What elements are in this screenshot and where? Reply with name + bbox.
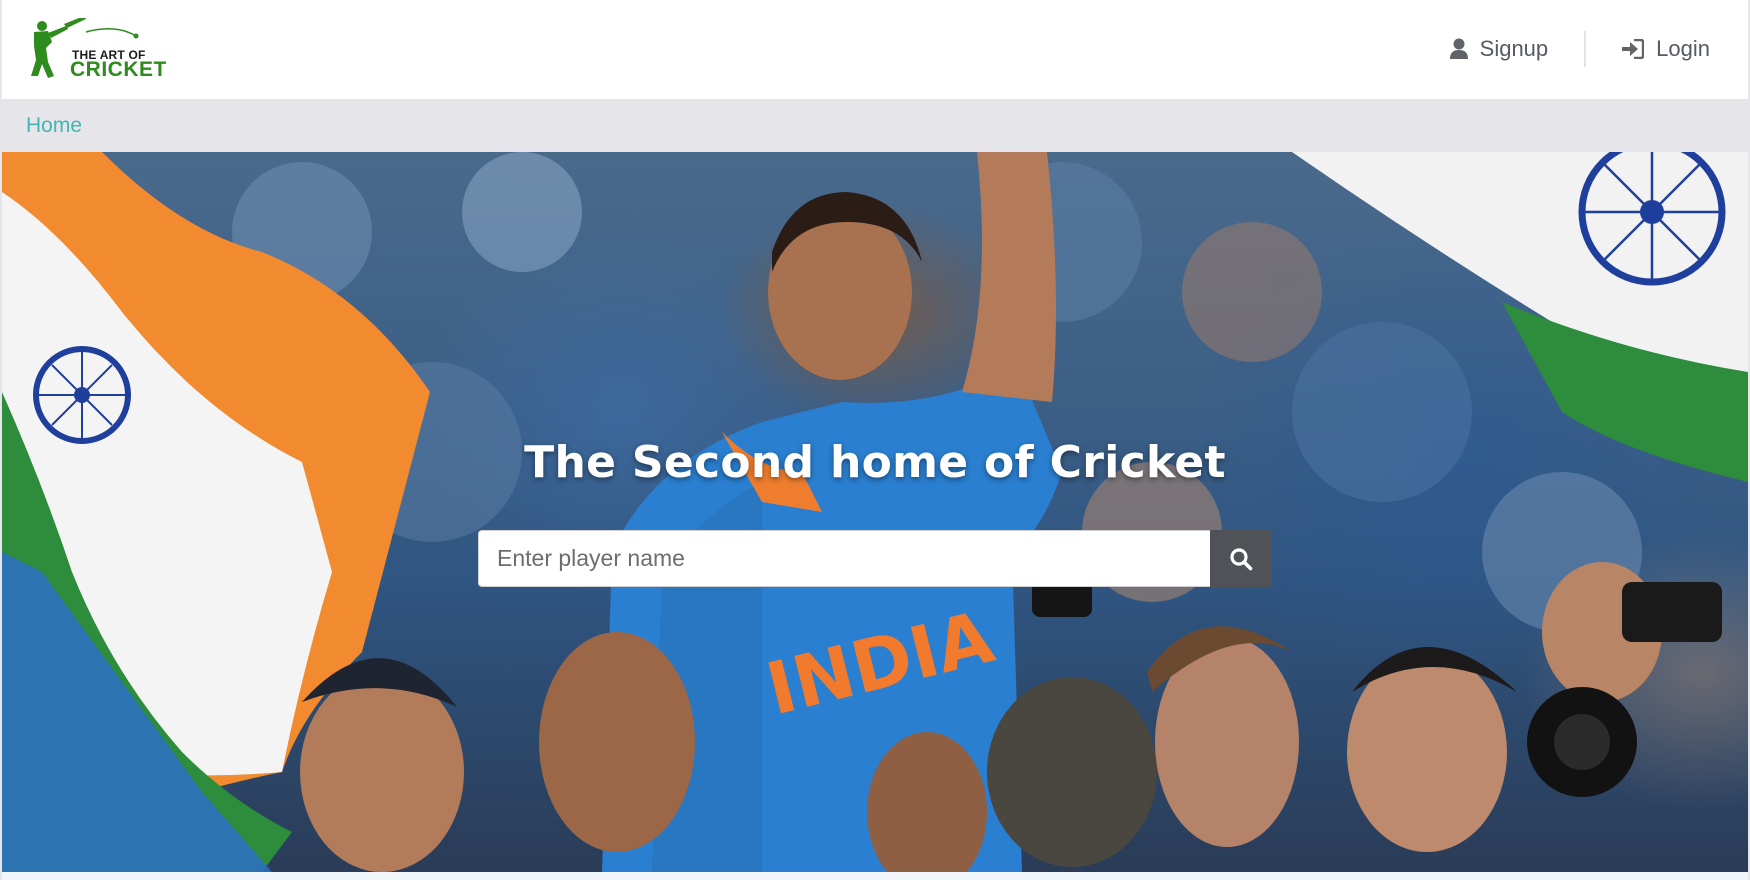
hero-banner: INDIA The Second home of Cricket [2,152,1748,872]
search-icon [1230,547,1253,570]
nav-actions: Signup Login [1449,30,1710,68]
hero-background-image: INDIA [2,152,1748,872]
site-logo[interactable]: THE ART OF CRICKET [26,18,166,82]
user-icon [1449,38,1468,59]
sign-in-icon [1622,39,1645,59]
player-search [478,530,1272,587]
player-search-input[interactable] [478,530,1210,587]
top-navbar: THE ART OF CRICKET Signup Login [2,0,1748,99]
footer-strip [2,872,1748,880]
login-label: Login [1656,36,1710,61]
signup-label: Signup [1479,36,1549,61]
logo-text-bottom: CRICKET [70,58,167,81]
page: THE ART OF CRICKET Signup Login Home IND… [0,0,1750,880]
breadcrumb-home[interactable]: Home [26,114,82,138]
search-button[interactable] [1210,530,1272,587]
nav-divider [1584,31,1587,67]
hero-title: The Second home of Cricket [524,437,1226,488]
login-link[interactable]: Login [1622,36,1710,62]
breadcrumb: Home [2,99,1748,152]
signup-link[interactable]: Signup [1449,36,1549,62]
